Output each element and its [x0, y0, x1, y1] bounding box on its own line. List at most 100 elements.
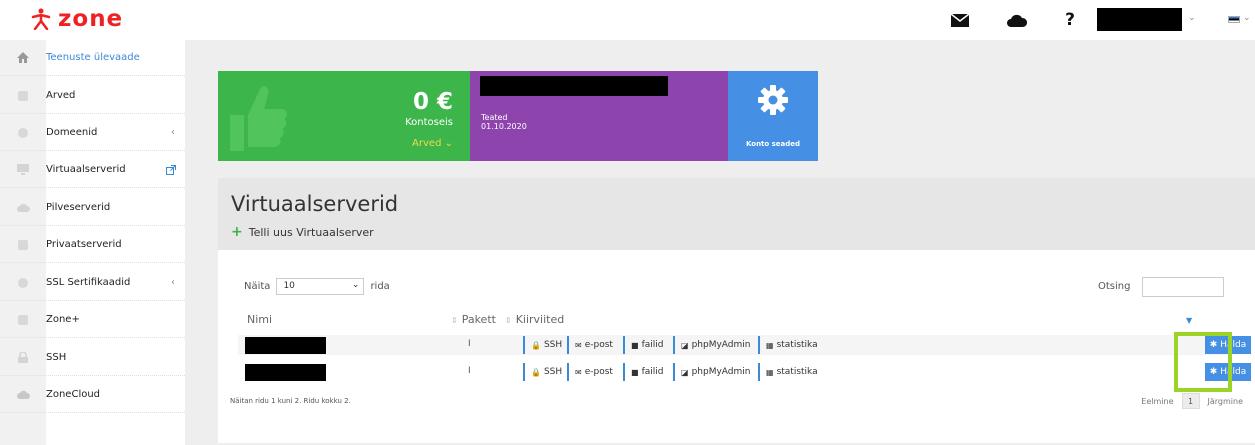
sidebar-item-label: Teenuste ülevaade [46, 52, 140, 63]
redacted-server-name[interactable] [245, 337, 326, 354]
statistics-link[interactable]: ▦ statistika [758, 336, 818, 354]
table-info: Näitan ridu 1 kuni 2. Ridu kokku 2. [230, 397, 351, 405]
flag-icon[interactable] [1228, 16, 1240, 23]
top-bar: zone ? ⌄ ⌄ [0, 0, 1255, 40]
language-chevron-icon[interactable]: ⌄ [1243, 13, 1251, 23]
notices-label: Teated [481, 113, 508, 122]
column-header-quicklinks[interactable]: ⇕ Kiirviited [505, 313, 564, 326]
sidebar-item-zonecloud[interactable]: ZoneCloud [0, 377, 185, 413]
sidebar-item-label: Privaatserverid [46, 239, 122, 250]
lock-icon: 🔒 [531, 340, 541, 350]
sidebar-item-label: Pilveserverid [46, 202, 111, 213]
cloud-icon[interactable] [1007, 10, 1027, 30]
chevron-down-icon[interactable]: ⌄ [1188, 13, 1196, 23]
column-quicklinks-label: Kiirviited [515, 313, 565, 326]
envelope-icon: ✉ [575, 340, 582, 350]
files-link[interactable]: ■ failid [623, 363, 663, 381]
sidebar-item-cloud-servers[interactable]: Pilveserverid [0, 190, 185, 226]
folder-icon: ■ [631, 340, 639, 350]
previous-page-link[interactable]: Eelmine [1141, 397, 1173, 406]
account-settings-tile[interactable]: Konto seaded [728, 71, 818, 161]
gear-icon [758, 85, 788, 115]
table-row: I 🔒 SSH ✉ e-post ■ failid ◪ phpMyAdmin ▦ stat… [238, 335, 1251, 355]
sidebar-item-invoices[interactable]: Arved [0, 78, 185, 114]
sidebar-item-zone-plus[interactable]: Zone+ [0, 302, 185, 338]
external-link-icon[interactable] [166, 164, 176, 175]
email-link[interactable]: ✉ e-post [567, 363, 613, 381]
phpmyadmin-link[interactable]: ◪ phpMyAdmin [673, 363, 750, 381]
column-name-label: Nimi [247, 313, 273, 326]
redacted-server-name[interactable] [245, 364, 326, 381]
next-page-link[interactable]: Järgmine [1208, 397, 1244, 406]
sort-icon: ⇕ [451, 316, 458, 325]
phpmyadmin-link[interactable]: ◪ phpMyAdmin [673, 336, 750, 354]
link-label: statistika [776, 340, 818, 350]
search-input[interactable] [1142, 277, 1224, 297]
envelope-icon: ✉ [575, 367, 582, 377]
link-label: statistika [776, 367, 818, 377]
balance-tile: 0 € Kontoseis Arved ⌄ [218, 71, 470, 161]
link-label: phpMyAdmin [691, 340, 751, 350]
database-icon [0, 227, 46, 263]
page-size-value: 10 [283, 281, 295, 291]
lock-icon: 🔒 [531, 367, 541, 377]
order-server-link[interactable]: + Telli uus Virtuaalserver [231, 224, 374, 240]
redacted-notice [480, 76, 668, 96]
link-label: SSH [543, 340, 563, 350]
files-link[interactable]: ■ failid [623, 336, 663, 354]
invoices-link-label: Arved [412, 138, 442, 149]
pagination: Eelmine 1 Järgmine [1141, 393, 1243, 409]
notices-tile[interactable]: Teated 01.10.2020 [470, 71, 728, 161]
globe-icon [0, 115, 46, 151]
certificate-icon [0, 265, 46, 301]
help-icon[interactable]: ? [1060, 10, 1080, 30]
chart-icon: ▦ [766, 367, 774, 377]
column-toggle-icon[interactable]: ▼ [1186, 316, 1192, 325]
link-label: failid [641, 367, 664, 377]
servers-table-panel: Näita 10 ⌄ rida Otsing Nimi ⇕ Pakett ⇕ Kii… [218, 250, 1255, 443]
sidebar-item-virtual-servers[interactable]: Virtuaalserverid [0, 152, 185, 188]
zone-logo[interactable]: zone [30, 6, 124, 32]
page-number[interactable]: 1 [1181, 393, 1200, 409]
external-icon: ◪ [681, 340, 689, 350]
invoice-icon [0, 78, 46, 114]
show-suffix: rida [370, 281, 390, 292]
chevron-left-icon: ‹ [171, 127, 175, 138]
invoices-link[interactable]: Arved ⌄ [412, 138, 453, 149]
envelope-icon[interactable] [950, 10, 970, 30]
link-label: e-post [584, 367, 613, 377]
sidebar-item-domains[interactable]: Domeenid ‹ [0, 115, 185, 151]
link-label: failid [641, 340, 664, 350]
ssh-link[interactable]: 🔒 SSH [523, 336, 562, 354]
sidebar-item-ssl[interactable]: SSL Sertifikaadid ‹ [0, 265, 185, 301]
sidebar-item-private-servers[interactable]: Privaatserverid [0, 227, 185, 263]
ssh-link[interactable]: 🔒 SSH [523, 363, 562, 381]
link-label: phpMyAdmin [691, 367, 751, 377]
runner-logo-icon [31, 8, 51, 30]
column-header-package[interactable]: ⇕ Pakett [451, 313, 496, 326]
user-menu[interactable] [1097, 8, 1182, 31]
email-link[interactable]: ✉ e-post [567, 336, 613, 354]
chevron-down-icon: ⌄ [444, 138, 453, 149]
link-label: e-post [584, 340, 613, 350]
statistics-link[interactable]: ▦ statistika [758, 363, 818, 381]
folder-icon: ■ [631, 367, 639, 377]
sidebar: Teenuste ülevaade Arved Domeenid ‹ Virtu… [0, 40, 185, 445]
account-settings-label: Konto seaded [745, 140, 801, 148]
chevron-left-icon: ‹ [171, 277, 175, 288]
sidebar-item-ssh[interactable]: SSH [0, 340, 185, 376]
sidebar-item-label: Zone+ [46, 314, 80, 325]
cloud-icon [0, 190, 46, 226]
search-label: Otsing [1098, 281, 1131, 292]
column-package-label: Pakett [461, 313, 496, 326]
sort-icon: ⇕ [505, 316, 512, 325]
lock-icon [0, 340, 46, 376]
sidebar-item-overview[interactable]: Teenuste ülevaade [0, 40, 185, 76]
sidebar-item-label: Domeenid [46, 127, 98, 138]
column-header-name[interactable]: Nimi [247, 313, 272, 326]
page-size-select[interactable]: 10 ⌄ [276, 278, 365, 295]
logo-text: zone [58, 6, 124, 32]
link-label: SSH [543, 367, 563, 377]
sidebar-item-label: Arved [46, 90, 76, 101]
page-size-control: Näita 10 ⌄ rida [244, 278, 390, 295]
